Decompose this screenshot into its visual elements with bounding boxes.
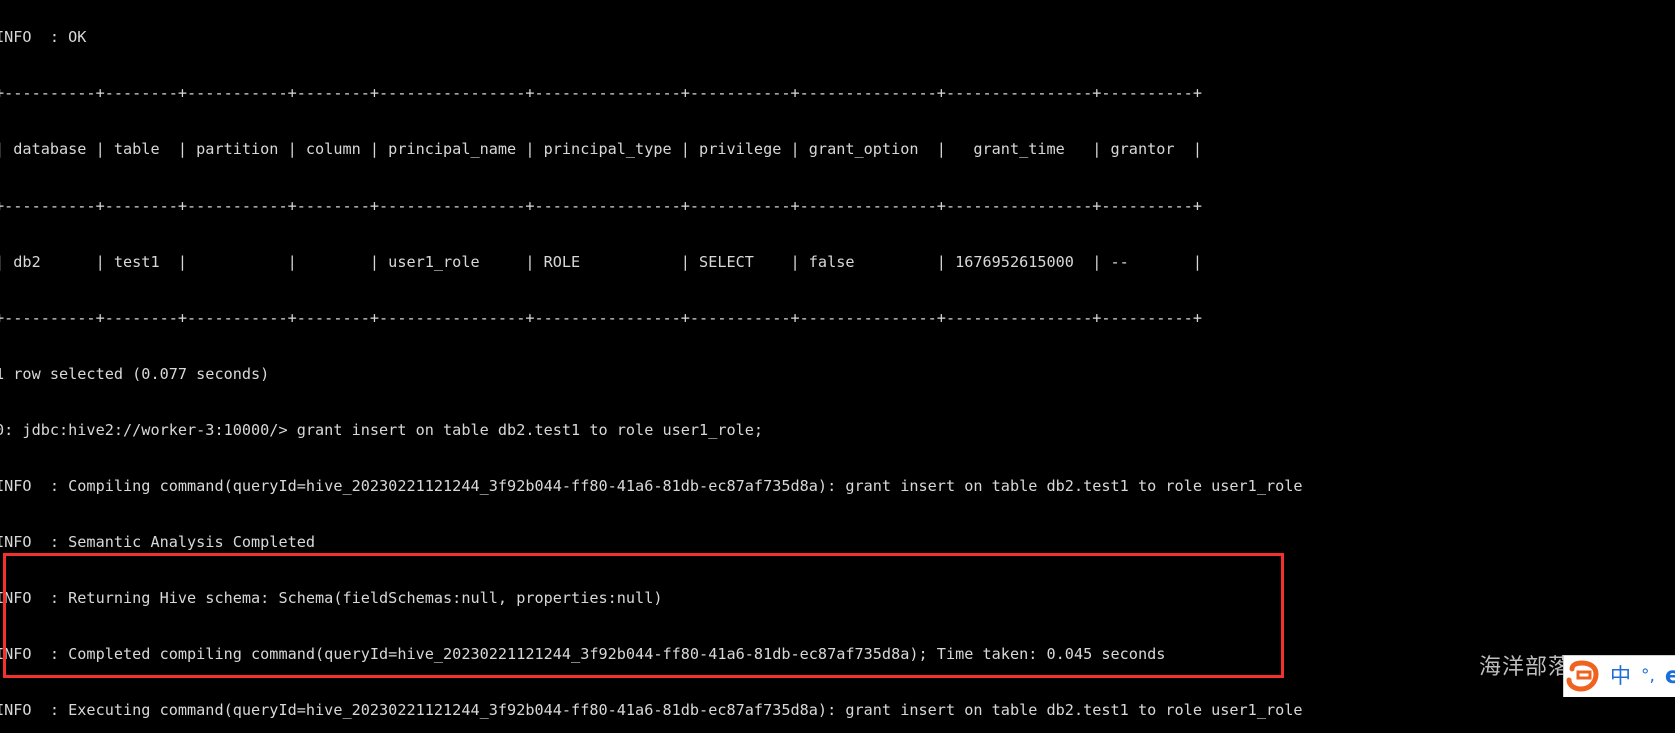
terminal-output[interactable]: INFO : OK +----------+--------+---------… [0, 0, 1675, 733]
sogou-logo-icon[interactable] [1566, 659, 1600, 694]
terminal-line: INFO : Compiling command(queryId=hive_20… [0, 476, 1303, 495]
terminal-line: 0: jdbc:hive2://worker-3:10000/> grant i… [0, 420, 764, 439]
terminal-line: | db2 | test1 | | | user1_role | ROLE | … [0, 252, 1202, 271]
terminal-line: INFO : Executing command(queryId=hive_20… [0, 700, 1303, 719]
sogou-ime-bar[interactable]: 中 °, e [1563, 655, 1675, 697]
terminal-line: INFO : Returning Hive schema: Schema(fie… [0, 588, 663, 607]
terminal-screen: INFO : OK +----------+--------+---------… [0, 0, 1675, 733]
terminal-line: INFO : OK [0, 28, 87, 47]
terminal-line: +----------+--------+-----------+-------… [0, 84, 1202, 103]
terminal-line: | database | table | partition | column … [0, 140, 1202, 159]
ime-browser-icon[interactable]: e [1660, 665, 1675, 688]
terminal-line: 1 row selected (0.077 seconds) [0, 364, 270, 383]
terminal-line: +----------+--------+-----------+-------… [0, 196, 1202, 215]
terminal-line: INFO : Completed compiling command(query… [0, 644, 1166, 663]
terminal-line: +----------+--------+-----------+-------… [0, 308, 1202, 327]
watermark-text: 海洋部落 [1479, 655, 1572, 680]
terminal-line: INFO : Semantic Analysis Completed [0, 532, 316, 551]
ime-mode-label[interactable]: 中 [1605, 666, 1636, 687]
ime-punctuation-label[interactable]: °, [1636, 668, 1660, 685]
